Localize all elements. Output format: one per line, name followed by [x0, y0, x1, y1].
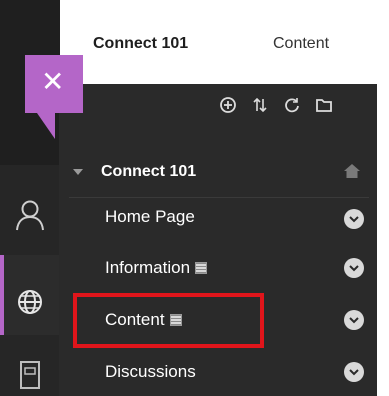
folder-icon[interactable]: [315, 96, 333, 114]
menu-item-information[interactable]: Information: [105, 258, 208, 278]
highlight-box: [73, 293, 264, 348]
add-icon[interactable]: [219, 96, 237, 114]
refresh-icon[interactable]: [283, 96, 301, 114]
menu-item-label: Home Page: [105, 207, 195, 226]
home-icon[interactable]: [343, 163, 361, 184]
course-menu: Connect 101 Home Page Information Conten…: [59, 84, 377, 396]
menu-item-home-page[interactable]: Home Page: [105, 207, 195, 227]
menu-item-label: Discussions: [105, 362, 196, 381]
course-header: Connect 101 Content: [60, 0, 389, 85]
chevron-down-icon[interactable]: [344, 362, 364, 382]
header-tab-content[interactable]: Content: [273, 35, 329, 53]
visibility-icon: [195, 262, 208, 274]
book-icon[interactable]: [0, 355, 60, 395]
chevron-down-icon[interactable]: [344, 258, 364, 278]
menu-course-title[interactable]: Connect 101: [69, 163, 196, 181]
reorder-icon[interactable]: [251, 96, 269, 114]
content-area: [376, 84, 389, 396]
header-course-title[interactable]: Connect 101: [93, 35, 188, 53]
close-icon[interactable]: ✕: [41, 68, 64, 96]
menu-title-text: Connect 101: [101, 163, 197, 180]
collapse-triangle-icon[interactable]: [73, 169, 83, 175]
chevron-down-icon[interactable]: [344, 310, 364, 330]
menu-separator: [69, 197, 369, 198]
user-icon[interactable]: [0, 195, 60, 235]
globe-icon[interactable]: [0, 282, 60, 322]
chevron-down-icon[interactable]: [344, 209, 364, 229]
menu-item-discussions[interactable]: Discussions: [105, 362, 196, 382]
menu-item-label: Information: [105, 258, 191, 277]
menu-toolbar: [219, 96, 333, 114]
